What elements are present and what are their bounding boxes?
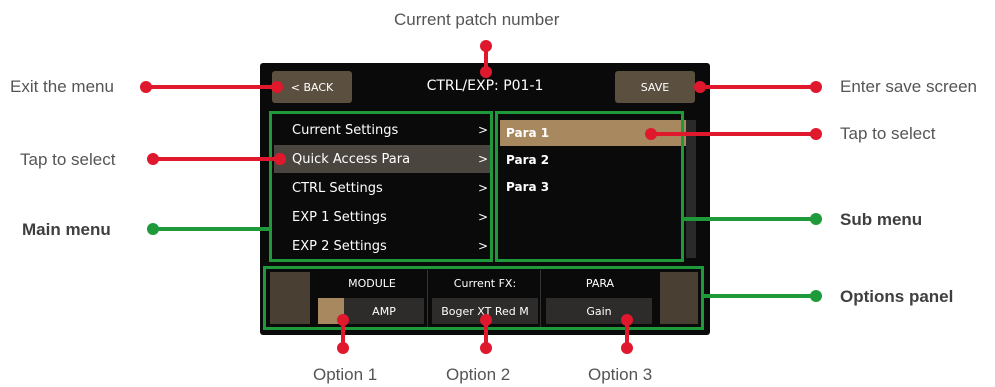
callout-overlay: [140, 40, 822, 354]
